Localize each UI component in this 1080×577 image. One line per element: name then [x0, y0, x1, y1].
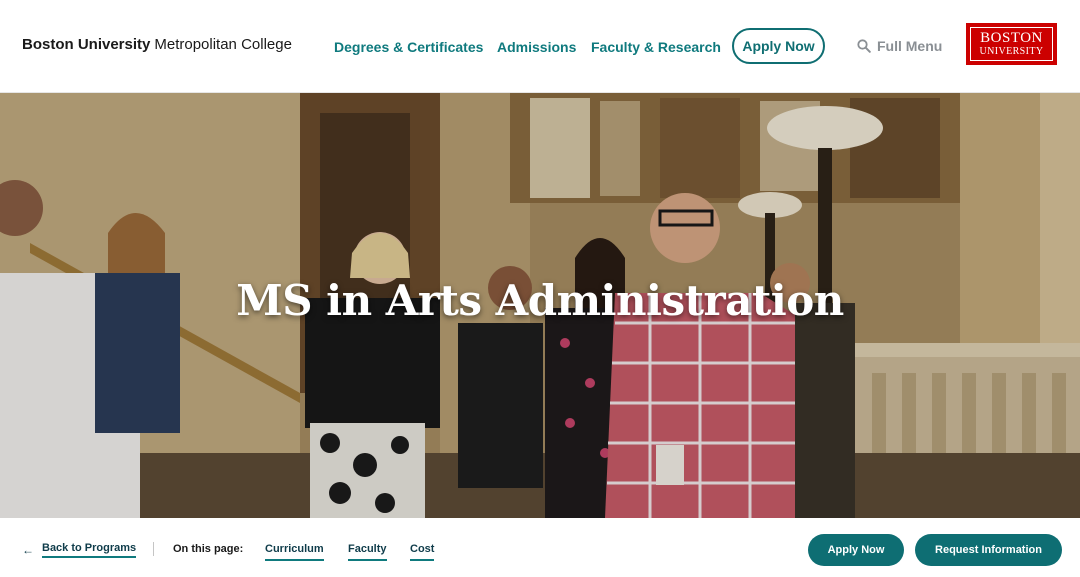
back-to-programs-link[interactable]: ← Back to Programs — [22, 542, 137, 558]
page-subnav: ← Back to Programs On this page: Curricu… — [0, 518, 1080, 577]
brand-university: Boston University — [22, 36, 151, 53]
subnav-divider — [153, 542, 154, 556]
full-menu-label: Full Menu — [877, 38, 943, 54]
nav-degrees-certificates[interactable]: Degrees & Certificates — [334, 38, 483, 56]
hero-banner: MS in Arts Administration — [0, 93, 1080, 518]
site-header: Boston University Metropolitan College De… — [0, 0, 1080, 93]
boston-university-logo[interactable]: BOSTON UNIVERSITY — [966, 23, 1057, 65]
site-brand[interactable]: Boston University Metropolitan College — [22, 36, 292, 54]
anchor-cost[interactable]: Cost — [410, 543, 435, 561]
search-icon — [857, 39, 871, 53]
hero-title: MS in Arts Administration — [236, 276, 844, 325]
full-menu-button[interactable]: Full Menu — [857, 37, 942, 55]
on-this-page-label: On this page: — [173, 543, 244, 555]
back-to-programs-label: Back to Programs — [42, 542, 137, 558]
logo-line-2: UNIVERSITY — [979, 46, 1044, 57]
logo-line-1: BOSTON — [980, 30, 1043, 46]
anchor-faculty[interactable]: Faculty — [348, 543, 387, 561]
nav-faculty-research[interactable]: Faculty & Research — [591, 38, 721, 56]
subnav-apply-button[interactable]: Apply Now — [808, 534, 904, 566]
brand-college: Metropolitan College — [154, 36, 292, 53]
anchor-curriculum[interactable]: Curriculum — [265, 543, 324, 561]
arrow-left-icon: ← — [22, 543, 34, 557]
nav-admissions[interactable]: Admissions — [497, 38, 576, 56]
header-apply-button[interactable]: Apply Now — [732, 28, 825, 64]
request-information-button[interactable]: Request Information — [915, 534, 1062, 566]
